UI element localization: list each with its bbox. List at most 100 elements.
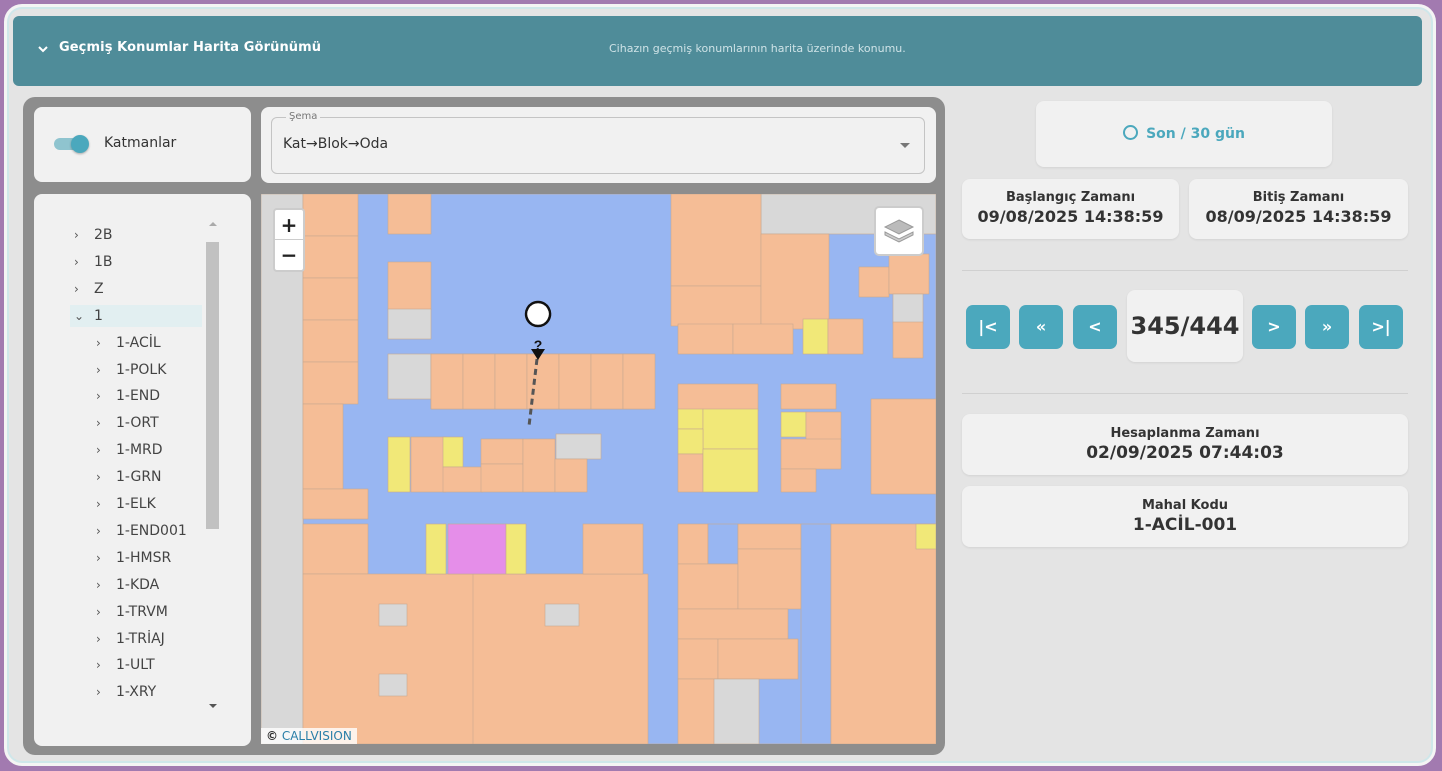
room <box>677 563 739 610</box>
divider <box>962 270 1408 271</box>
floor-map[interactable]: ? + − © CALLVISION <box>261 194 936 744</box>
room <box>302 194 359 237</box>
tree-item[interactable]: › 1-KDA <box>70 574 202 596</box>
room <box>827 318 864 355</box>
room <box>737 548 802 610</box>
schema-select[interactable]: Şema Kat→Blok→Oda <box>271 111 925 174</box>
next-button[interactable]: > <box>1252 305 1296 349</box>
room <box>780 468 817 493</box>
tree-item[interactable]: ⌄ 1 <box>70 304 202 327</box>
room <box>737 523 802 550</box>
time-range-label: Son / 30 gün <box>1146 126 1245 142</box>
prev-fast-button[interactable]: « <box>1019 305 1063 349</box>
room <box>387 194 432 235</box>
tree-item-label: 1-KDA <box>116 576 160 593</box>
tree-item-label: 1-TRİAJ <box>116 630 165 647</box>
chevron-right-icon: › <box>96 335 101 350</box>
room <box>870 398 936 495</box>
tree-item[interactable]: › 1-POLK <box>70 359 202 381</box>
map-attribution: © CALLVISION <box>261 728 357 744</box>
chevron-right-icon: › <box>96 523 101 538</box>
tree-item[interactable]: › 1-ELK <box>70 493 202 515</box>
svg-text:?: ? <box>534 337 543 353</box>
start-time-label: Başlangıç Zamanı <box>1005 190 1136 205</box>
room <box>670 194 762 287</box>
tree-item[interactable]: › 1-TRVM <box>70 601 202 623</box>
chevron-right-icon: › <box>74 281 79 296</box>
prev-button[interactable]: < <box>1073 305 1117 349</box>
chevron-right-icon: › <box>74 228 79 242</box>
zoom-out-button[interactable]: − <box>275 240 303 270</box>
zone-yellow <box>425 523 447 575</box>
zone-yellow <box>442 436 464 468</box>
corridor <box>800 523 832 744</box>
tree-item[interactable]: › 1-ULT <box>70 654 202 676</box>
room <box>677 453 704 493</box>
next-fast-button[interactable]: » <box>1305 305 1349 349</box>
room <box>888 253 930 295</box>
tree-item-label: Z <box>94 280 104 297</box>
map-layers-button[interactable] <box>874 206 924 256</box>
tree-item-label: 1-ORT <box>116 415 159 432</box>
tree-item[interactable]: › 1-GRN <box>70 466 202 488</box>
room <box>302 403 344 490</box>
tree-item[interactable]: › 1-ORT <box>70 412 202 434</box>
tree-item[interactable]: › 2B <box>70 224 202 246</box>
zone-yellow <box>677 408 704 430</box>
tree-item-label: 1-ELK <box>116 496 156 512</box>
tree-item-label: 2B <box>94 227 113 243</box>
start-time-value: 09/08/2025 14:38:59 <box>977 207 1164 226</box>
unknown-room <box>713 678 760 744</box>
room <box>582 523 644 575</box>
section-header[interactable]: Geçmiş Konumlar Harita Görünümü Cihazın … <box>13 16 1422 86</box>
room <box>677 383 759 412</box>
tree-item[interactable]: › 1-END <box>70 385 202 407</box>
tree-item-label: 1 <box>94 307 103 324</box>
tree-item-label: 1-HMSR <box>116 549 172 566</box>
calc-time-value: 02/09/2025 07:44:03 <box>1086 443 1284 463</box>
unknown-room <box>387 353 432 400</box>
tree-item[interactable]: › 1-ACİL <box>70 332 202 354</box>
chevron-right-icon: › <box>96 658 101 673</box>
tree-item-label: 1-ULT <box>116 657 155 674</box>
tree-item[interactable]: › 1-XRY <box>70 681 202 703</box>
tree-scrollbar[interactable] <box>206 222 220 722</box>
time-range-button[interactable]: Son / 30 gün <box>1036 101 1332 167</box>
room <box>670 285 762 327</box>
attribution-link[interactable]: CALLVISION <box>282 729 352 743</box>
first-button[interactable]: |< <box>966 305 1010 349</box>
scroll-down-icon[interactable] <box>209 704 217 708</box>
tree-item[interactable]: › Z <box>70 278 202 300</box>
room <box>677 323 734 355</box>
tree-item-label: 1-TRVM <box>116 603 168 620</box>
zoom-control: + − <box>273 208 305 272</box>
last-button[interactable]: >| <box>1359 305 1403 349</box>
chevron-right-icon: › <box>96 443 101 458</box>
room <box>780 438 842 470</box>
scroll-thumb[interactable] <box>206 242 219 529</box>
layers-card: Katmanlar <box>34 107 251 182</box>
tree-item[interactable]: › 1-TRİAJ <box>70 628 202 650</box>
zoom-in-button[interactable]: + <box>275 210 303 240</box>
room <box>302 235 359 279</box>
unknown-room <box>892 293 924 325</box>
end-time-label: Bitiş Zamanı <box>1252 190 1345 205</box>
tree-item[interactable]: › 1-MRD <box>70 439 202 461</box>
zone-yellow <box>387 436 411 493</box>
room <box>892 321 924 359</box>
place-code-value: 1-ACİL-001 <box>1132 515 1238 535</box>
room <box>302 523 369 575</box>
tree-item[interactable]: › 1-END001 <box>70 520 202 542</box>
zone-yellow <box>505 523 527 575</box>
tree-item[interactable]: › 1-HMSR <box>70 547 202 569</box>
tree-item[interactable]: › 1B <box>70 251 202 273</box>
layers-toggle[interactable] <box>54 135 90 153</box>
scroll-up-icon[interactable] <box>209 222 217 226</box>
room <box>302 277 359 321</box>
room <box>732 323 794 355</box>
corridor <box>707 523 739 565</box>
chevron-right-icon: › <box>96 416 101 431</box>
room <box>430 353 464 410</box>
room <box>472 573 649 744</box>
room <box>442 466 484 493</box>
